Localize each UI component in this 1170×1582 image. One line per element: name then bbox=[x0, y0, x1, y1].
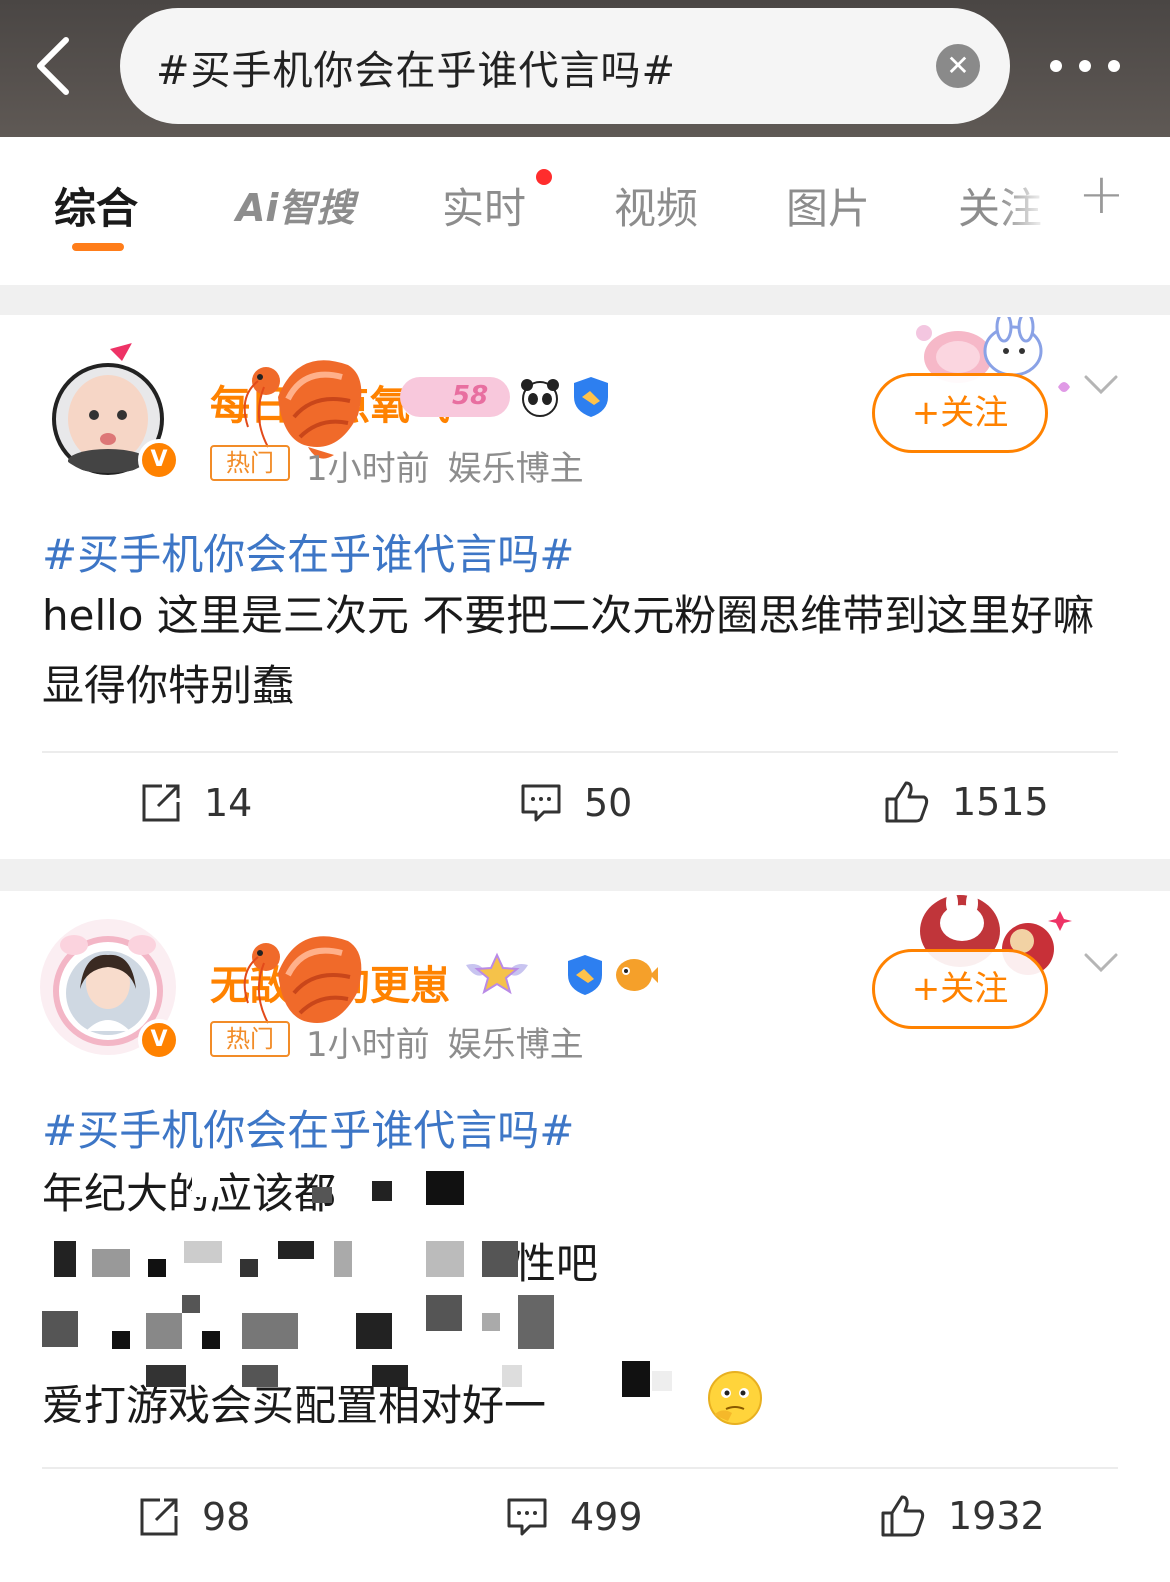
repost-button[interactable]: 98 bbox=[138, 1495, 250, 1539]
post-text: hello 这里是三次元 不要把二次元粉圈思维带到这里好嘛 显得你特别蠢 bbox=[42, 591, 1095, 710]
search-query-text: #买手机你会在乎谁代言吗# bbox=[156, 48, 677, 94]
post-meta: 1小时前 娱乐博主 bbox=[306, 1017, 584, 1066]
repost-count: 14 bbox=[204, 781, 253, 825]
comment-button[interactable]: 499 bbox=[506, 1495, 643, 1539]
pufferfish-icon bbox=[616, 959, 658, 991]
chevron-down-icon[interactable] bbox=[1084, 373, 1118, 397]
avatar[interactable]: V bbox=[40, 919, 180, 1061]
divider bbox=[42, 1467, 1118, 1469]
search-header: #买手机你会在乎谁代言吗# ✕ bbox=[0, 0, 1170, 137]
follow-button[interactable]: +关注 bbox=[872, 949, 1048, 1029]
follow-button[interactable]: +关注 bbox=[872, 373, 1048, 453]
winged-star-icon bbox=[466, 952, 528, 995]
post-time: 1小时前 bbox=[306, 1025, 430, 1065]
tab-general[interactable]: 综合 bbox=[54, 175, 138, 236]
shield-icon bbox=[574, 377, 608, 417]
hot-badge: 热门 bbox=[210, 1021, 290, 1057]
repost-count: 98 bbox=[202, 1495, 251, 1539]
tab-fade-overlay bbox=[1000, 157, 1060, 257]
comment-count: 50 bbox=[584, 781, 633, 825]
like-button[interactable]: 1932 bbox=[880, 1493, 1045, 1539]
like-count: 1932 bbox=[948, 1494, 1045, 1538]
repost-button[interactable]: 14 bbox=[140, 781, 252, 825]
topic-link[interactable]: #买手机你会在乎谁代言吗# bbox=[42, 521, 574, 582]
repost-icon bbox=[140, 1498, 178, 1536]
thinking-emoji-icon bbox=[708, 1371, 762, 1425]
post-card[interactable]: V 每日热点氧气 58 热门 1小时前娱乐博主 +关注 #买手机你会在乎谁代言吗… bbox=[0, 315, 1170, 859]
avatar[interactable]: V bbox=[40, 339, 180, 481]
user-role: 娱乐博主 bbox=[447, 449, 584, 489]
user-role: 娱乐博主 bbox=[447, 1025, 584, 1065]
comment-icon bbox=[507, 1498, 547, 1536]
repost-icon bbox=[142, 784, 180, 822]
comment-button[interactable]: 50 bbox=[520, 781, 632, 825]
hot-badge: 热门 bbox=[210, 445, 290, 481]
close-icon[interactable]: ✕ bbox=[936, 44, 980, 88]
search-input[interactable]: #买手机你会在乎谁代言吗# ✕ bbox=[120, 8, 1010, 124]
chevron-down-icon[interactable] bbox=[1084, 951, 1118, 975]
active-tab-indicator bbox=[72, 243, 124, 251]
post-meta: 1小时前 娱乐博主 bbox=[306, 441, 584, 490]
tab-realtime[interactable]: 实时 bbox=[442, 175, 526, 236]
notification-dot bbox=[536, 169, 552, 185]
tab-images[interactable]: 图片 bbox=[786, 175, 870, 236]
verified-badge-icon: V bbox=[138, 1019, 180, 1061]
comment-count: 499 bbox=[570, 1495, 643, 1539]
tab-ai-search[interactable]: Ai智搜 bbox=[236, 177, 354, 232]
verified-badge-icon: V bbox=[138, 439, 180, 481]
more-dots-icon[interactable] bbox=[1050, 54, 1120, 78]
like-count: 1515 bbox=[952, 780, 1049, 824]
post-time: 1小时前 bbox=[306, 449, 430, 489]
tab-video[interactable]: 视频 bbox=[614, 175, 698, 236]
topic-link[interactable]: #买手机你会在乎谁代言吗# bbox=[42, 1097, 574, 1158]
tab-bar: 综合 Ai智搜 实时 视频 图片 关注 + bbox=[0, 137, 1170, 285]
shield-icon bbox=[568, 955, 602, 995]
level-badge-icon: 58 bbox=[400, 377, 510, 417]
like-button[interactable]: 1515 bbox=[884, 779, 1049, 825]
panda-icon bbox=[521, 379, 559, 417]
thumbs-up-icon bbox=[885, 781, 929, 823]
comment-icon bbox=[521, 784, 561, 822]
chevron-left-icon[interactable] bbox=[28, 34, 84, 98]
post-card[interactable]: V 无敌小狗更崽 热门 1小时前娱乐博主 +关注 #买手机你会在乎谁代言吗# 年… bbox=[0, 891, 1170, 1582]
divider bbox=[42, 751, 1118, 753]
thumbs-up-icon bbox=[881, 1495, 925, 1537]
add-tab-button[interactable]: + bbox=[1078, 167, 1125, 223]
censor-mosaic bbox=[42, 1171, 682, 1481]
